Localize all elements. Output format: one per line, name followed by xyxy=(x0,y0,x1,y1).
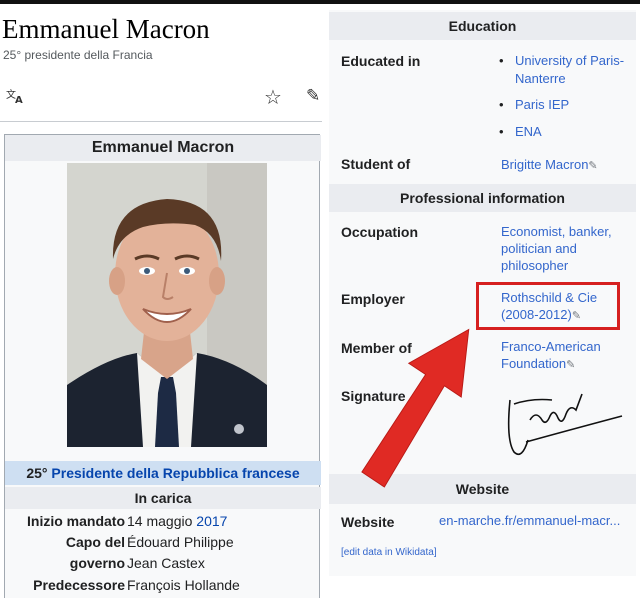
website-link[interactable]: en-marche.fr/emmanuel-macr... xyxy=(439,513,620,528)
translate-icon[interactable]: 文 A xyxy=(6,88,28,106)
star-icon[interactable]: ☆ xyxy=(264,85,282,110)
member-of-value[interactable]: Franco-American Foundation✎ xyxy=(501,338,636,374)
page-subtitle: 25° presidente della Francia xyxy=(3,48,153,62)
row-label: governo xyxy=(69,555,125,571)
signature-image xyxy=(492,380,632,470)
portrait-photo xyxy=(67,163,267,447)
occupation-value[interactable]: Economist, banker, politician and philos… xyxy=(501,223,636,274)
pencil-icon: ✎ xyxy=(588,160,598,172)
education-item-cont[interactable]: Nanterre xyxy=(515,70,640,87)
professional-header: Professional information xyxy=(329,184,636,212)
row-label: Capo del xyxy=(65,534,125,550)
right-screenshot-panel: Education Educated in University of Pari… xyxy=(327,4,640,598)
pencil-icon: ✎ xyxy=(566,359,576,371)
student-of-value[interactable]: Brigitte Macron✎ xyxy=(501,156,636,175)
person-link[interactable]: Jean Castex xyxy=(127,553,205,574)
row-label: Predecessore xyxy=(33,577,125,593)
website-label: Website xyxy=(341,514,395,530)
row-value: 14 maggio 2017 xyxy=(127,513,228,529)
role-number: 25° xyxy=(26,465,48,481)
year-link[interactable]: 2017 xyxy=(196,513,227,529)
row-label: Inizio mandato xyxy=(27,513,125,529)
left-screenshot-panel: Emmanuel Macron 25° presidente della Fra… xyxy=(0,4,322,598)
infobox: Emmanuel Macron 25° Presidente della Rep… xyxy=(4,134,321,598)
person-link[interactable]: François Hollande xyxy=(127,575,240,596)
infobox-title: Emmanuel Macron xyxy=(5,135,321,161)
pencil-icon[interactable]: ✎ xyxy=(306,86,320,106)
edit-wikidata-link[interactable]: [edit data in Wikidata] xyxy=(341,547,437,558)
educated-in-label: Educated in xyxy=(341,53,421,69)
person-link[interactable]: Édouard Philippe xyxy=(127,532,234,553)
occupation-label: Occupation xyxy=(341,224,419,240)
education-header: Education xyxy=(329,12,636,40)
infobox-role: 25° Presidente della Repubblica francese xyxy=(5,461,321,485)
highlight-box xyxy=(476,282,620,330)
arrow-icon xyxy=(361,328,470,488)
student-of-label: Student of xyxy=(341,156,411,172)
divider xyxy=(0,121,322,122)
in-carica-header: In carica xyxy=(5,487,321,509)
page-title: Emmanuel Macron xyxy=(2,14,210,44)
svg-text:A: A xyxy=(15,95,23,104)
role-link[interactable]: Presidente della Repubblica francese xyxy=(51,465,299,481)
